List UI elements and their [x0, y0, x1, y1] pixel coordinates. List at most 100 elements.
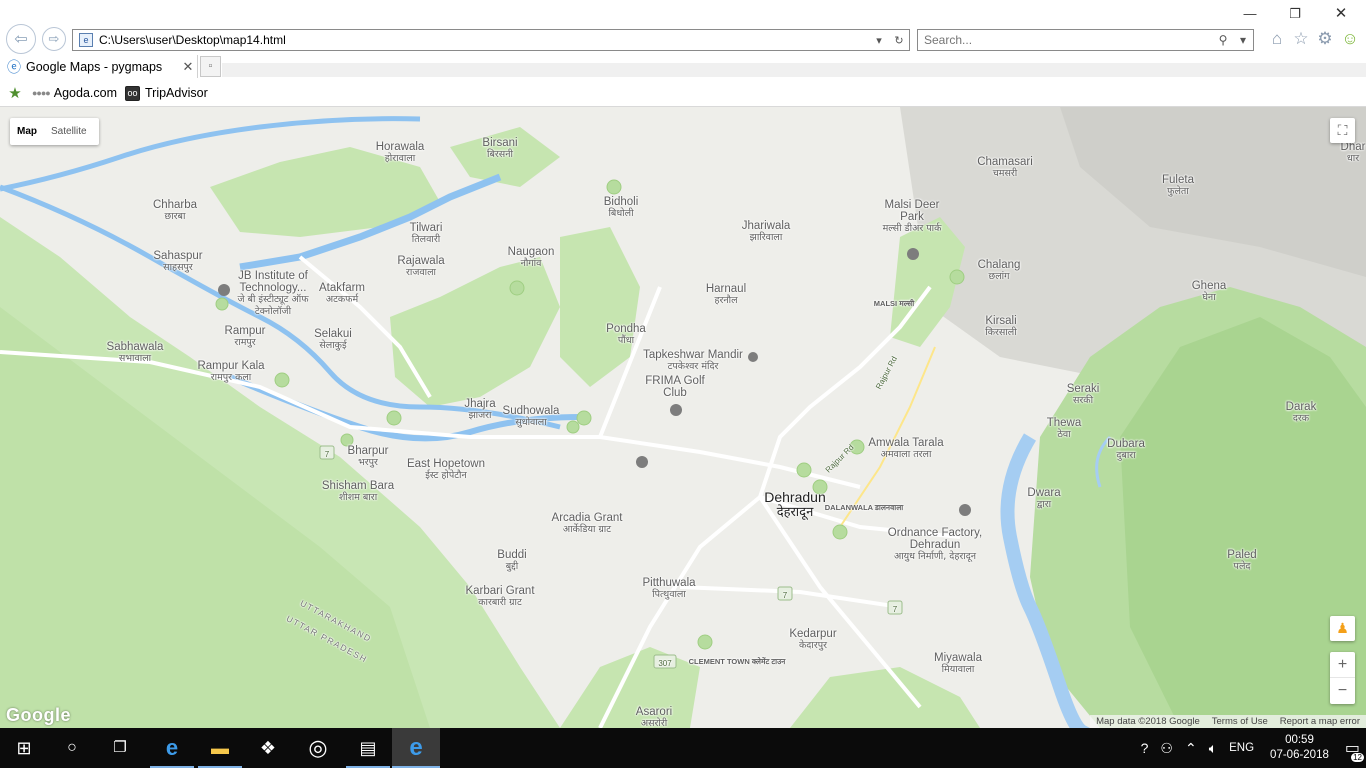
place-label[interactable]: Darak दरक	[1286, 401, 1317, 425]
place-label[interactable]: East Hopetown ईस्ट होपेटौन	[407, 458, 485, 482]
people-icon[interactable]: ⚇	[1154, 740, 1179, 757]
refresh-icon[interactable]: ↻	[889, 34, 909, 47]
place-label[interactable]: Malsi Deer Park मल्सी डीअर पार्क	[882, 199, 942, 235]
place-label[interactable]: Paled पलेद	[1227, 549, 1256, 573]
maximize-button[interactable]: ❐	[1280, 4, 1310, 24]
dropdown-icon[interactable]: ▾	[869, 34, 889, 47]
forward-button[interactable]: ⇨	[42, 27, 66, 51]
media-player-icon[interactable]: ◎	[294, 728, 342, 768]
back-button[interactable]: ⇦	[6, 24, 36, 54]
smiley-icon[interactable]: ☺	[1340, 29, 1360, 49]
chevron-up-icon[interactable]: ⌃	[1179, 740, 1203, 757]
place-label[interactable]: Rampur Kala रामपुर कला	[197, 360, 264, 384]
place-label[interactable]: Chalang छलांग	[978, 259, 1021, 283]
place-label[interactable]: Dubara दुबारा	[1107, 438, 1145, 462]
tab-close-icon[interactable]: ✕	[179, 59, 197, 75]
route-shield: 7	[892, 605, 898, 614]
map-type-map-button[interactable]: Map	[10, 126, 44, 137]
address-bar[interactable]: e C:\Users\user\Desktop\map14.html ▾ ↻	[72, 29, 910, 51]
fullscreen-button[interactable]: ⛶	[1330, 118, 1355, 143]
place-label[interactable]: Tilwari तिलवारी	[410, 222, 443, 246]
favorite-tripadvisor[interactable]: oo TripAdvisor	[124, 85, 208, 101]
place-label[interactable]: Thewa ठेवा	[1047, 417, 1082, 441]
place-label[interactable]: Kirsali किरसाली	[985, 315, 1016, 339]
task-view-icon[interactable]: ❐	[96, 728, 144, 768]
city-label-dehradun[interactable]: Dehradun देहरादून	[764, 490, 826, 521]
star-icon[interactable]: ☆	[1291, 29, 1311, 49]
page-icon: e	[79, 33, 93, 47]
place-label[interactable]: Bharpur भरपुर	[348, 445, 389, 469]
report-error-link[interactable]: Report a map error	[1274, 715, 1366, 728]
place-label[interactable]: Dhar धार	[1341, 141, 1366, 165]
new-tab-button[interactable]: ▫	[200, 56, 221, 77]
place-label[interactable]: Sahaspur साहसपुर	[153, 250, 202, 274]
place-label[interactable]: Rampur रामपुर	[225, 325, 266, 349]
google-logo[interactable]: Google	[6, 705, 71, 726]
minimize-button[interactable]: —	[1235, 4, 1265, 24]
place-label[interactable]: Rajawala राजवाला	[397, 255, 444, 279]
place-label[interactable]: Pondha पौंधा	[606, 323, 646, 347]
map-base	[0, 107, 1366, 728]
place-label[interactable]: Dwara द्वारा	[1027, 487, 1060, 511]
notepad-icon[interactable]: ▤	[344, 728, 392, 768]
chevron-down-icon[interactable]: ▾	[1233, 33, 1253, 47]
place-label[interactable]: Pitthuwala पित्थुवाला	[642, 577, 695, 601]
volume-icon[interactable]: 🔈︎	[1203, 740, 1223, 757]
dropbox-icon[interactable]: ❖	[244, 728, 292, 768]
place-label[interactable]: Amwala Tarala अमवाला तरला	[868, 437, 943, 461]
browser-chrome: — ❐ ✕ ⇦ ⇨ e C:\Users\user\Desktop\map14.…	[0, 0, 1366, 107]
place-label[interactable]: Sabhawala सभावाला	[107, 341, 164, 365]
map-canvas[interactable]: 7 7 7 307 Horawala होरावाला Birsani बिरसनी…	[0, 107, 1366, 728]
zoom-out-button[interactable]: −	[1330, 678, 1355, 704]
place-label[interactable]: Shisham Bara शीशम बारा	[322, 480, 394, 504]
place-label[interactable]: Bidholi बिधोली	[604, 196, 639, 220]
clock[interactable]: 00:59 07-06-2018	[1260, 733, 1339, 763]
place-label[interactable]: Jhajra झाजरा	[464, 398, 495, 422]
place-label[interactable]: JB Institute of Technology... जे बी इंस्ट…	[228, 270, 318, 318]
search-input[interactable]	[918, 33, 1213, 47]
terms-link[interactable]: Terms of Use	[1206, 715, 1274, 728]
notification-icon[interactable]: ▭ 12	[1339, 738, 1366, 762]
place-label[interactable]: Sudhowala सुधोवाला	[503, 405, 560, 429]
place-label[interactable]: Chharba छारबा	[153, 199, 197, 223]
place-label[interactable]: Asarori असरोरी	[636, 706, 672, 728]
map-type-satellite-button[interactable]: Satellite	[44, 126, 94, 137]
search-icon[interactable]: ⚲	[1213, 33, 1233, 47]
place-label[interactable]: Selakui सेलाकुई	[314, 328, 352, 352]
zoom-in-button[interactable]: +	[1330, 652, 1355, 678]
address-url[interactable]: C:\Users\user\Desktop\map14.html	[99, 33, 869, 47]
place-label[interactable]: Ghena घेना	[1192, 280, 1227, 304]
place-label[interactable]: Arcadia Grant आर्केडिया ग्राट	[552, 512, 623, 536]
place-label[interactable]: Naugaon नौगांव	[508, 246, 555, 270]
cortana-icon[interactable]: ○	[48, 728, 96, 768]
place-label[interactable]: Buddi बुद्दी	[497, 549, 526, 573]
place-label[interactable]: Fuleta फुलेता	[1162, 174, 1194, 198]
place-label[interactable]: Harnaul हरनौल	[706, 283, 746, 307]
place-label[interactable]: Horawala होरावाला	[376, 141, 425, 165]
ie-icon[interactable]: e	[392, 728, 440, 768]
place-label[interactable]: Ordnance Factory, Dehradun आयुध निर्माणी,…	[880, 527, 990, 563]
add-favorite-icon[interactable]: ★	[6, 84, 24, 102]
favorite-agoda[interactable]: ●●●● Agoda.com	[32, 86, 117, 100]
place-label[interactable]: Birsani बिरसनी	[482, 137, 517, 161]
search-box[interactable]: ⚲ ▾	[917, 29, 1254, 51]
place-label[interactable]: Chamasari चमसरी	[977, 156, 1033, 180]
gear-icon[interactable]: ⚙	[1315, 29, 1335, 49]
home-icon[interactable]: ⌂	[1267, 29, 1287, 49]
place-label[interactable]: Atakfarm अटकफर्म	[319, 282, 365, 306]
place-label[interactable]: FRIMA Golf Club	[645, 375, 705, 399]
windows-icon[interactable]: ⊞	[0, 728, 48, 768]
place-label[interactable]: Jhariwala झारिवाला	[742, 220, 791, 244]
place-label[interactable]: Tapkeshwar Mandir टपकेश्वर मंदिर	[643, 349, 743, 373]
help-icon[interactable]: ?	[1135, 740, 1155, 756]
tab-google-maps[interactable]: ⓔ Google Maps - pygmaps ✕	[0, 55, 198, 78]
language-indicator[interactable]: ENG	[1223, 742, 1260, 754]
close-button[interactable]: ✕	[1326, 4, 1356, 24]
edge-icon[interactable]: e	[148, 728, 196, 768]
place-label[interactable]: Kedarpur केदारपुर	[789, 628, 836, 652]
place-label[interactable]: Miyawala मियावाला	[934, 652, 982, 676]
file-explorer-icon[interactable]: ▬	[196, 728, 244, 768]
street-view-pegman[interactable]: ♟	[1330, 616, 1355, 641]
place-label[interactable]: Karbari Grant कारबारी ग्राट	[465, 585, 534, 609]
place-label[interactable]: Seraki सरकी	[1067, 383, 1100, 407]
